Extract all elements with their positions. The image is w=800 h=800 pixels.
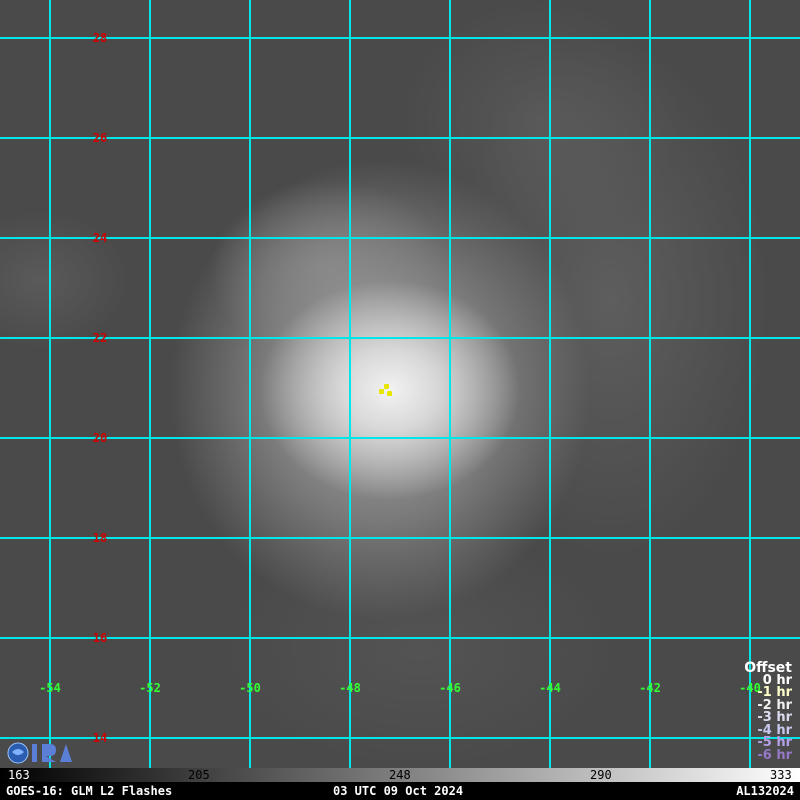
longitude-label: -54 (39, 681, 61, 695)
product-label: GOES-16: GLM L2 Flashes (6, 784, 173, 798)
lightning-flash-marker (384, 384, 389, 389)
longitude-line (549, 0, 551, 768)
latitude-line (0, 37, 800, 39)
timestamp-label: 03 UTC 09 Oct 2024 (333, 784, 464, 798)
colorbar-tick-label: 290 (590, 768, 612, 782)
latitude-label: 14 (92, 731, 108, 745)
latitude-label: 18 (92, 531, 108, 545)
latitude-line (0, 137, 800, 139)
lightning-flash-marker (379, 389, 384, 394)
latitude-label: 26 (92, 131, 108, 145)
storm-id-label: AL132024 (736, 784, 794, 798)
longitude-line (349, 0, 351, 768)
colorbar-tick-label: 333 (770, 768, 792, 782)
longitude-line (149, 0, 151, 768)
latitude-label: 28 (92, 31, 108, 45)
satellite-image: 28 26 24 22 20 18 16 14 -54 -52 -50 -48 … (0, 0, 800, 768)
longitude-label: -48 (339, 681, 361, 695)
offset-legend: Offset 0 hr -1 hr -2 hr -3 hr -4 hr -5 h… (744, 661, 792, 763)
longitude-label: -50 (239, 681, 261, 695)
lightning-flash-marker (387, 391, 392, 396)
longitude-line (249, 0, 251, 768)
latitude-label: 22 (92, 331, 108, 345)
latitude-label: 24 (92, 231, 108, 245)
longitude-label: -44 (539, 681, 561, 695)
latitude-line (0, 737, 800, 739)
longitude-line (749, 0, 751, 768)
latitude-label: 16 (92, 631, 108, 645)
longitude-label: -42 (639, 681, 661, 695)
offset-legend-item: -6 hr (757, 747, 792, 763)
latitude-line (0, 237, 800, 239)
longitude-label: -46 (439, 681, 461, 695)
colorbar-tick-label: 163 (8, 768, 30, 782)
latitude-label: 20 (92, 431, 108, 445)
latitude-line (0, 637, 800, 639)
latitude-line (0, 437, 800, 439)
longitude-line (449, 0, 451, 768)
longitude-line (49, 0, 51, 768)
footer-bar: GOES-16: GLM L2 Flashes 03 UTC 09 Oct 20… (0, 782, 800, 800)
colorbar-tick-label: 205 (188, 768, 210, 782)
longitude-line (649, 0, 651, 768)
latitude-line (0, 537, 800, 539)
cira-logo (7, 742, 72, 764)
longitude-label: -52 (139, 681, 161, 695)
latitude-line (0, 337, 800, 339)
colorbar-tick-label: 248 (389, 768, 411, 782)
